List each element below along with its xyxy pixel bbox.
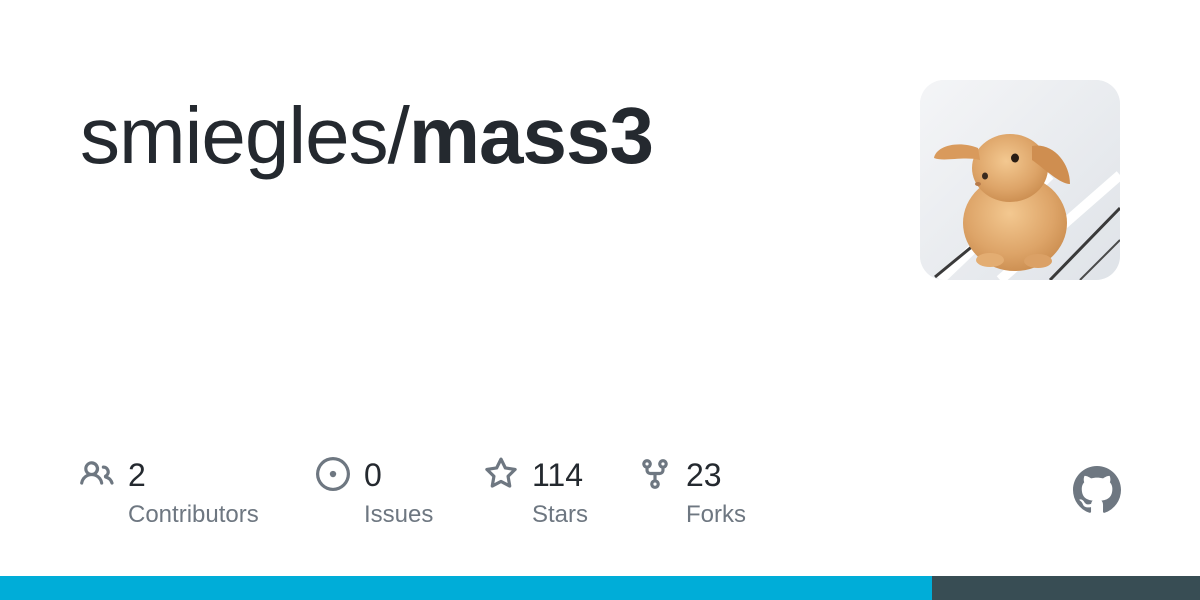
forks-count: 23 (686, 457, 722, 493)
owner-avatar[interactable] (920, 80, 1120, 280)
repo-title[interactable]: smiegles/mass3 (80, 88, 654, 184)
star-icon (485, 457, 517, 488)
stat-issues[interactable]: 0 Issues (316, 455, 456, 535)
stat-stars[interactable]: 114 Stars (484, 455, 614, 535)
issues-count: 0 (364, 457, 382, 493)
stars-count: 114 (532, 457, 584, 493)
forks-label: Forks (686, 501, 746, 528)
github-mark-icon[interactable] (1073, 466, 1121, 514)
contributors-label: Contributors (128, 501, 259, 528)
language-segment (932, 576, 1200, 600)
issue-opened-icon (316, 457, 350, 491)
repo-owner[interactable]: smiegles/ (80, 91, 410, 180)
stars-label: Stars (532, 501, 589, 528)
repo-name[interactable]: mass3 (409, 91, 654, 180)
repo-forked-icon (642, 459, 668, 489)
issues-label: Issues (364, 501, 434, 528)
stat-contributors[interactable]: 2 Contributors (80, 455, 280, 535)
people-icon (80, 461, 114, 485)
bunny-photo (920, 80, 1120, 280)
stat-forks[interactable]: 23 Forks (638, 455, 778, 535)
language-segment (0, 576, 933, 600)
contributors-count: 2 (128, 457, 146, 493)
language-bar (0, 576, 1200, 600)
